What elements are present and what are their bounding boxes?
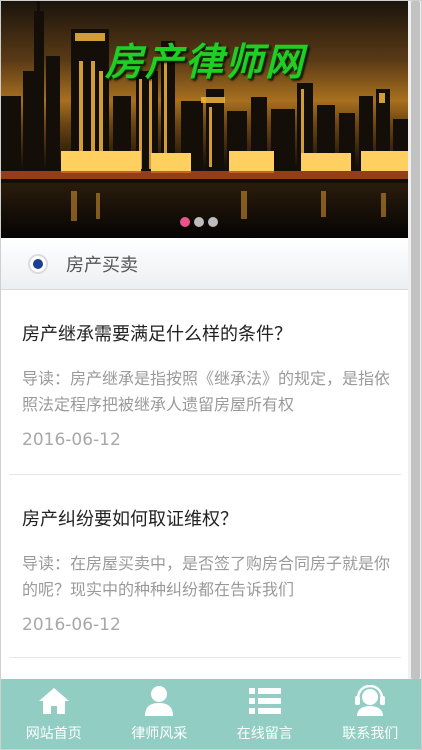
carousel-dot[interactable] [194, 217, 204, 227]
bottom-nav-bar: 网站首页 律师风采 在线留言 联系我们 [1, 679, 422, 749]
home-icon [37, 685, 71, 717]
nav-label: 律师风采 [131, 726, 188, 742]
radio-bullet-icon [28, 253, 48, 274]
article-list-item[interactable]: 房产继承需要满足什么样的条件？ 导读：房产继承是指按照《继承法》的规定，是指依照… [9, 290, 401, 475]
app-frame: 房产律师网 房产买卖 房产继承需要满足什么样的条件？ 导读：房产继承是指按照《继… [0, 0, 422, 750]
section-title: 房产买卖 [66, 254, 138, 276]
scrollbar-thumb[interactable] [411, 1, 420, 679]
headset-icon [353, 685, 387, 717]
list-icon [248, 685, 282, 717]
nav-item-message[interactable]: 在线留言 [212, 679, 318, 749]
carousel-dot[interactable] [180, 217, 190, 227]
article-excerpt: 导读：在房屋买卖中，是否签了购房合同房子就是你的呢？现实中的种种纠纷都在告诉我们 [22, 554, 390, 599]
banner-carousel[interactable]: 房产律师网 [1, 1, 408, 238]
nav-label: 网站首页 [25, 726, 82, 742]
article-excerpt: 导读：房产继承是指按照《继承法》的规定，是指依照法定程序把被继承人遗留房屋所有权 [22, 369, 390, 414]
section-header: 房产买卖 [1, 238, 408, 290]
article-date: 2016-06-12 [22, 430, 121, 450]
nav-label: 联系我们 [342, 726, 399, 742]
article-title[interactable]: 房产继承需要满足什么样的条件？ [22, 320, 292, 346]
article-date: 2016-06-12 [22, 615, 121, 635]
article-title[interactable]: 房产纠纷要如何取证维权？ [22, 505, 238, 531]
nav-item-lawyers[interactable]: 律师风采 [107, 679, 213, 749]
nav-item-home[interactable]: 网站首页 [1, 679, 107, 749]
banner-title: 房产律师网 [105, 39, 306, 84]
carousel-dots [180, 217, 218, 227]
article-list-item[interactable]: 房产纠纷要如何取证维权？ 导读：在房屋买卖中，是否签了购房合同房子就是你的呢？现… [9, 475, 401, 658]
nav-item-contact[interactable]: 联系我们 [318, 679, 422, 749]
user-icon [142, 685, 176, 717]
nav-label: 在线留言 [236, 726, 293, 742]
vertical-scrollbar[interactable] [408, 1, 421, 679]
carousel-dot[interactable] [208, 217, 218, 227]
